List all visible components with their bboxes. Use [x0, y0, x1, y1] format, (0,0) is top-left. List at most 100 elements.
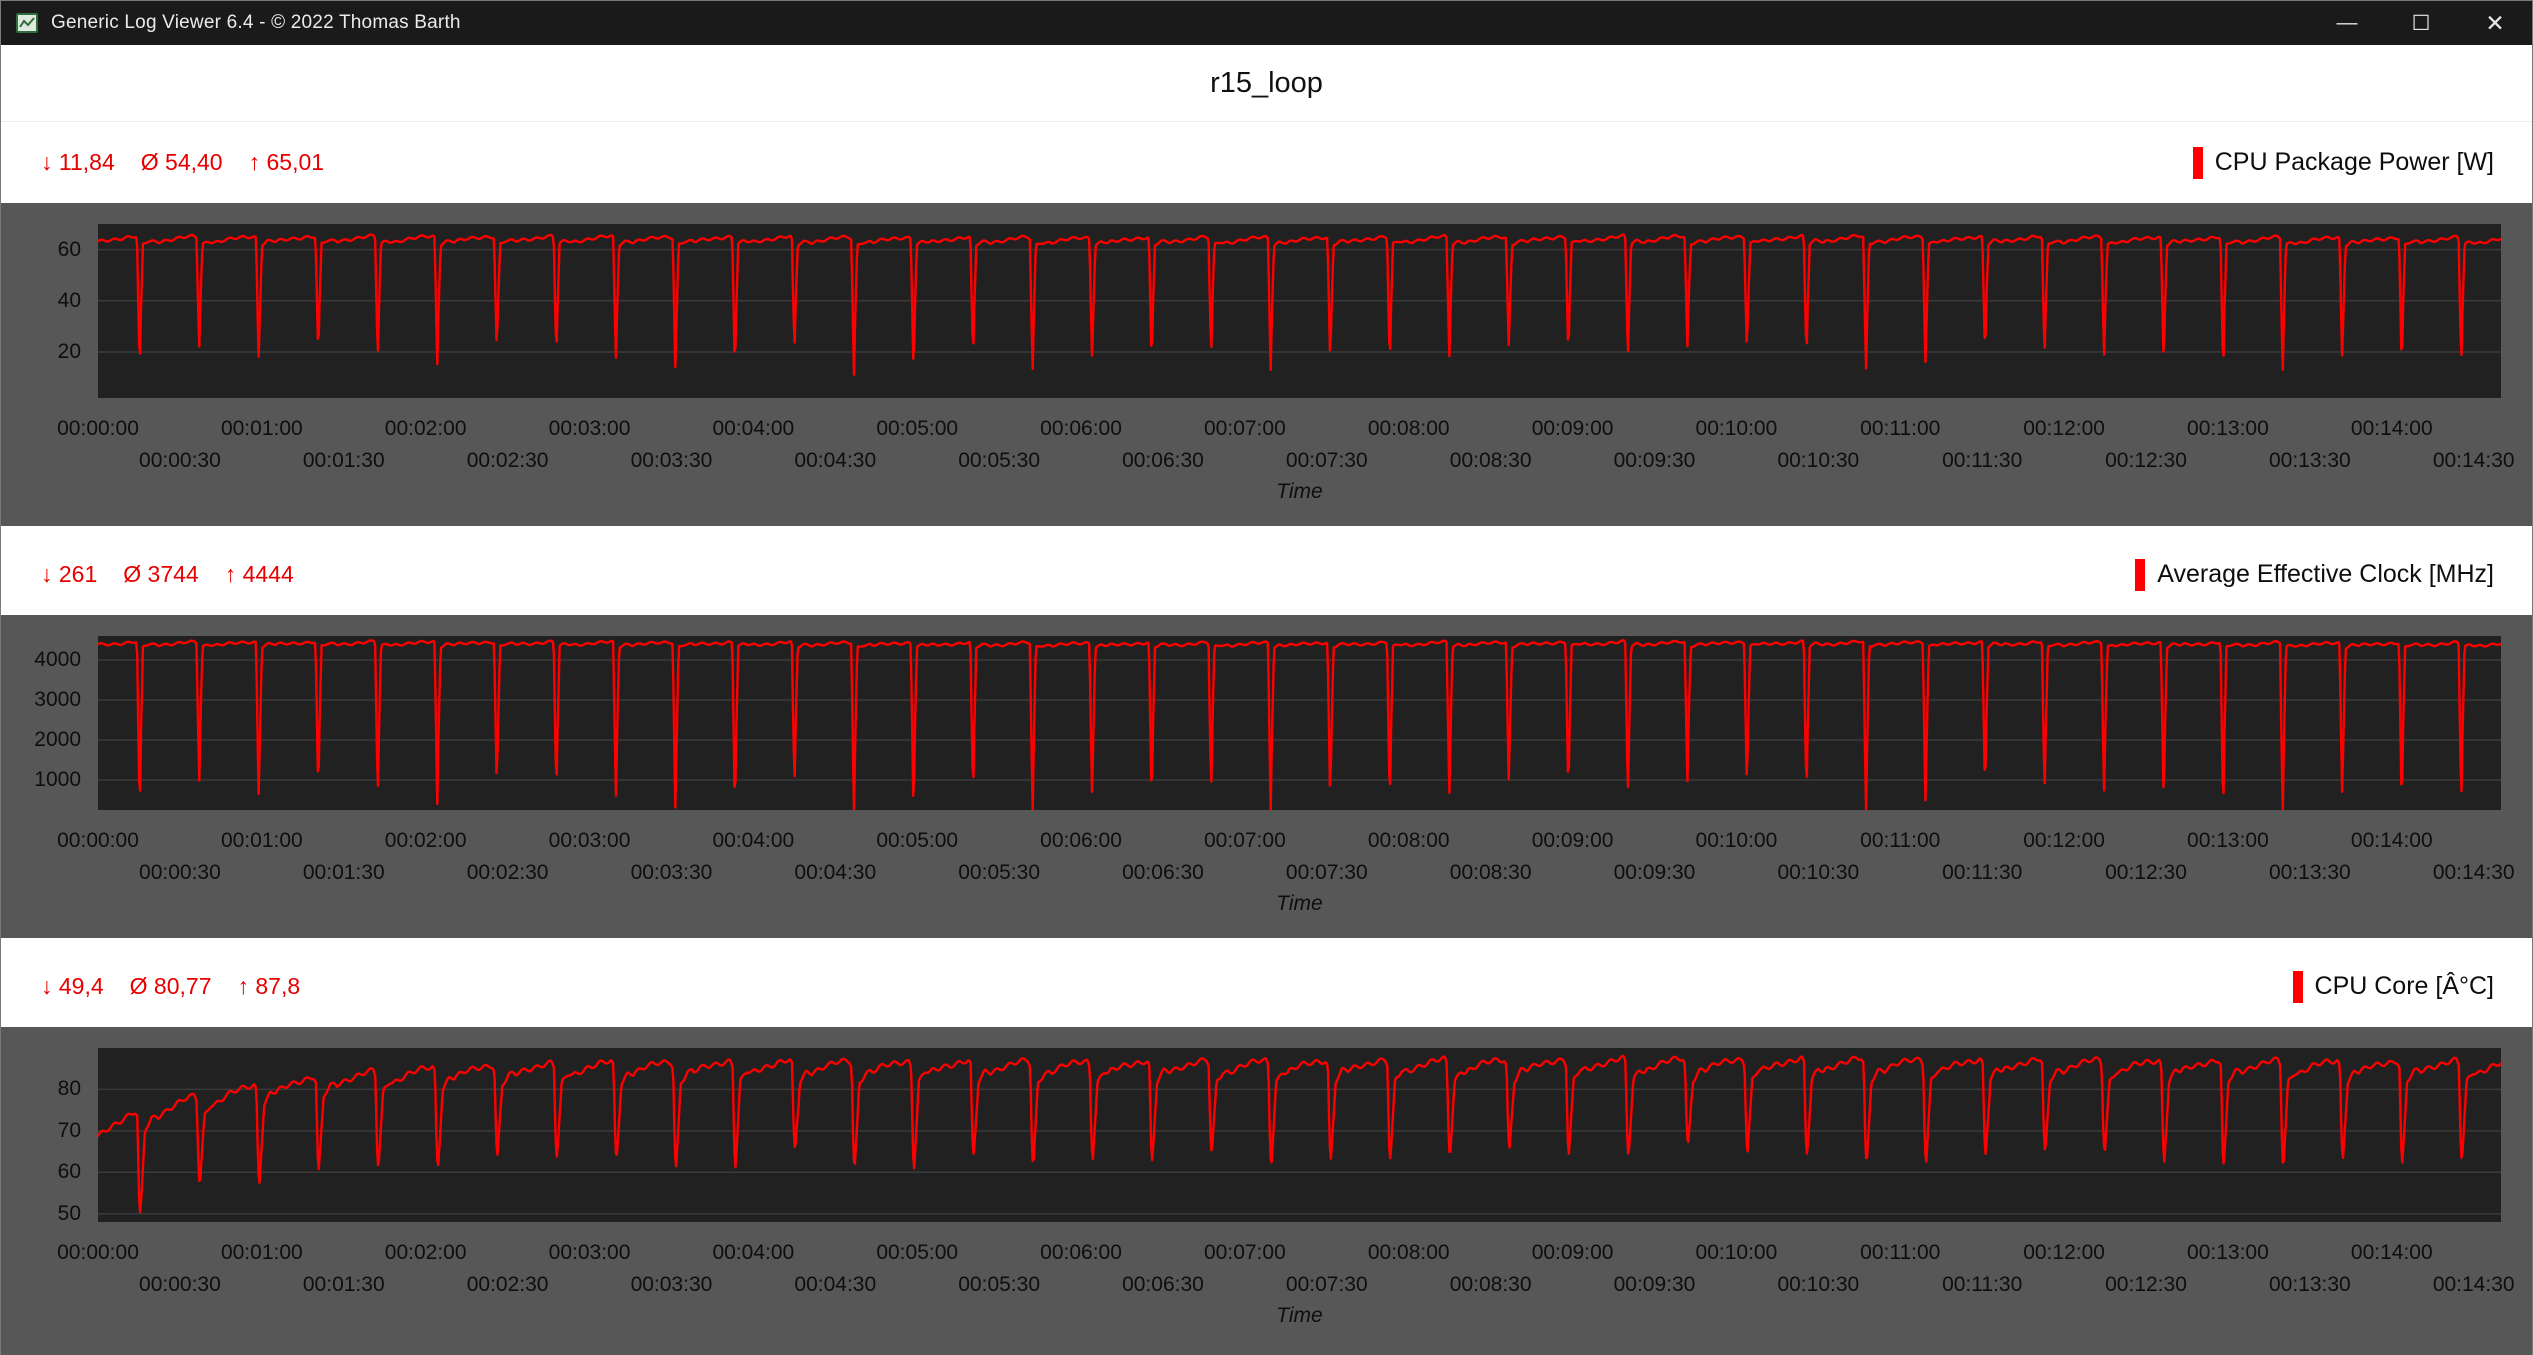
x-tick-label: 00:05:00: [876, 1241, 958, 1265]
x-axis-title: Time: [98, 892, 2501, 916]
title-bar: Generic Log Viewer 6.4 - © 2022 Thomas B…: [1, 1, 2532, 45]
x-tick-label: 00:13:00: [2187, 417, 2269, 441]
x-tick-label: 00:11:00: [1860, 417, 1940, 441]
legend-temp: CPU Core [Â°C]: [2293, 971, 2494, 1003]
y-tick-label: 60: [58, 1161, 81, 1183]
temp-chart-plot[interactable]: [98, 1048, 2501, 1222]
x-tick-label: 00:01:00: [221, 417, 303, 441]
x-tick-label: 00:14:00: [2351, 1241, 2433, 1265]
x-tick-label: 00:09:00: [1532, 417, 1614, 441]
x-tick-label: 00:00:00: [57, 829, 139, 853]
x-tick-label: 00:02:00: [385, 417, 467, 441]
x-tick-label: 00:05:30: [958, 1273, 1040, 1297]
x-tick-label: 00:04:30: [794, 861, 876, 885]
x-tick-label: 00:12:30: [2105, 1273, 2187, 1297]
y-axis-labels: 1000 2000 3000 4000: [1, 636, 89, 810]
y-tick-label: 40: [58, 290, 81, 312]
x-tick-label: 00:14:00: [2351, 417, 2433, 441]
section-divider: [1, 526, 2532, 534]
page-header: r15_loop: [1, 45, 2532, 122]
x-axis-title: Time: [98, 480, 2501, 504]
x-tick-label: 00:14:00: [2351, 829, 2433, 853]
x-tick-label: 00:01:00: [221, 829, 303, 853]
x-tick-label: 00:12:00: [2023, 829, 2105, 853]
chart-section-power: ↓ 11,84 Ø 54,40 ↑ 65,01 CPU Package Powe…: [1, 122, 2532, 526]
x-tick-label: 00:02:00: [385, 1241, 467, 1265]
x-tick-label: 00:02:00: [385, 829, 467, 853]
stat-min: ↓ 49,4: [41, 973, 104, 1000]
y-tick-label: 4000: [34, 649, 81, 671]
x-tick-label: 00:13:30: [2269, 449, 2351, 473]
y-axis-labels: 204060: [1, 224, 89, 398]
stat-avg: Ø 80,77: [130, 973, 212, 1000]
x-tick-label: 00:04:30: [794, 1273, 876, 1297]
x-tick-label: 00:10:30: [1777, 1273, 1859, 1297]
x-tick-label: 00:04:00: [712, 829, 794, 853]
y-tick-label: 50: [58, 1203, 81, 1225]
x-tick-label: 00:04:00: [712, 417, 794, 441]
maximize-button[interactable]: ☐: [2384, 1, 2458, 45]
stat-min: ↓ 11,84: [41, 149, 115, 176]
x-tick-label: 00:03:00: [549, 829, 631, 853]
chart-title-power: CPU Package Power [W]: [2215, 148, 2494, 177]
x-tick-label: 00:07:00: [1204, 1241, 1286, 1265]
app-icon: [15, 11, 39, 35]
x-tick-label: 00:05:00: [876, 417, 958, 441]
x-tick-label: 00:07:30: [1286, 1273, 1368, 1297]
stat-min: ↓ 261: [41, 561, 97, 588]
y-tick-label: 2000: [34, 729, 81, 751]
legend-color-mark: [2293, 971, 2303, 1003]
power-chart-plot[interactable]: [98, 224, 2501, 398]
x-tick-label: 00:06:00: [1040, 1241, 1122, 1265]
x-tick-label: 00:01:00: [221, 1241, 303, 1265]
x-tick-label: 00:13:00: [2187, 829, 2269, 853]
x-tick-label: 00:01:30: [303, 449, 385, 473]
stats-power: ↓ 11,84 Ø 54,40 ↑ 65,01: [41, 149, 324, 176]
x-tick-label: 00:06:00: [1040, 829, 1122, 853]
chart-section-clock: ↓ 261 Ø 3744 ↑ 4444 Average Effective Cl…: [1, 534, 2532, 938]
x-tick-label: 00:13:30: [2269, 861, 2351, 885]
x-tick-label: 00:11:30: [1942, 449, 2022, 473]
legend-power: CPU Package Power [W]: [2193, 147, 2494, 179]
x-tick-label: 00:00:30: [139, 449, 221, 473]
clock-chart-plot[interactable]: [98, 636, 2501, 810]
window-controls: — ☐ ✕: [2310, 1, 2532, 45]
window-title: Generic Log Viewer 6.4 - © 2022 Thomas B…: [51, 12, 461, 34]
x-tick-label: 00:10:00: [1696, 829, 1778, 853]
x-tick-label: 00:05:30: [958, 861, 1040, 885]
stat-avg: Ø 54,40: [141, 149, 223, 176]
stats-row-clock: ↓ 261 Ø 3744 ↑ 4444 Average Effective Cl…: [1, 534, 2532, 615]
y-tick-label: 3000: [34, 689, 81, 711]
x-axis-minor-labels: 00:00:3000:01:3000:02:3000:03:3000:04:30…: [1, 1273, 2532, 1297]
x-axis-major-labels: 00:00:0000:01:0000:02:0000:03:0000:04:00…: [1, 1241, 2532, 1265]
x-tick-label: 00:13:00: [2187, 1241, 2269, 1265]
section-divider: [1, 938, 2532, 946]
y-tick-label: 20: [58, 341, 81, 363]
y-tick-label: 1000: [34, 769, 81, 791]
x-tick-label: 00:10:30: [1777, 449, 1859, 473]
x-tick-label: 00:09:00: [1532, 829, 1614, 853]
x-tick-label: 00:03:30: [631, 861, 713, 885]
x-tick-label: 00:13:30: [2269, 1273, 2351, 1297]
x-tick-label: 00:09:00: [1532, 1241, 1614, 1265]
x-tick-label: 00:02:30: [467, 1273, 549, 1297]
x-tick-label: 00:02:30: [467, 449, 549, 473]
x-tick-label: 00:01:30: [303, 1273, 385, 1297]
x-tick-label: 00:08:00: [1368, 1241, 1450, 1265]
x-tick-label: 00:00:00: [57, 417, 139, 441]
minimize-button[interactable]: —: [2310, 1, 2384, 45]
x-tick-label: 00:00:00: [57, 1241, 139, 1265]
x-tick-label: 00:06:30: [1122, 861, 1204, 885]
app-window: Generic Log Viewer 6.4 - © 2022 Thomas B…: [0, 0, 2533, 1355]
x-tick-label: 00:01:30: [303, 861, 385, 885]
stats-row-power: ↓ 11,84 Ø 54,40 ↑ 65,01 CPU Package Powe…: [1, 122, 2532, 203]
x-tick-label: 00:07:30: [1286, 861, 1368, 885]
x-tick-label: 00:02:30: [467, 861, 549, 885]
x-tick-label: 00:06:30: [1122, 1273, 1204, 1297]
x-axis-minor-labels: 00:00:3000:01:3000:02:3000:03:3000:04:30…: [1, 861, 2532, 885]
close-button[interactable]: ✕: [2458, 1, 2532, 45]
x-tick-label: 00:03:30: [631, 449, 713, 473]
x-axis-major-labels: 00:00:00 00:01:00 00:02:00 00:03:00 00:04:00…: [1, 829, 2532, 853]
stats-temp: ↓ 49,4 Ø 80,77 ↑ 87,8: [41, 973, 300, 1000]
x-tick-label: 00:05:00: [876, 829, 958, 853]
